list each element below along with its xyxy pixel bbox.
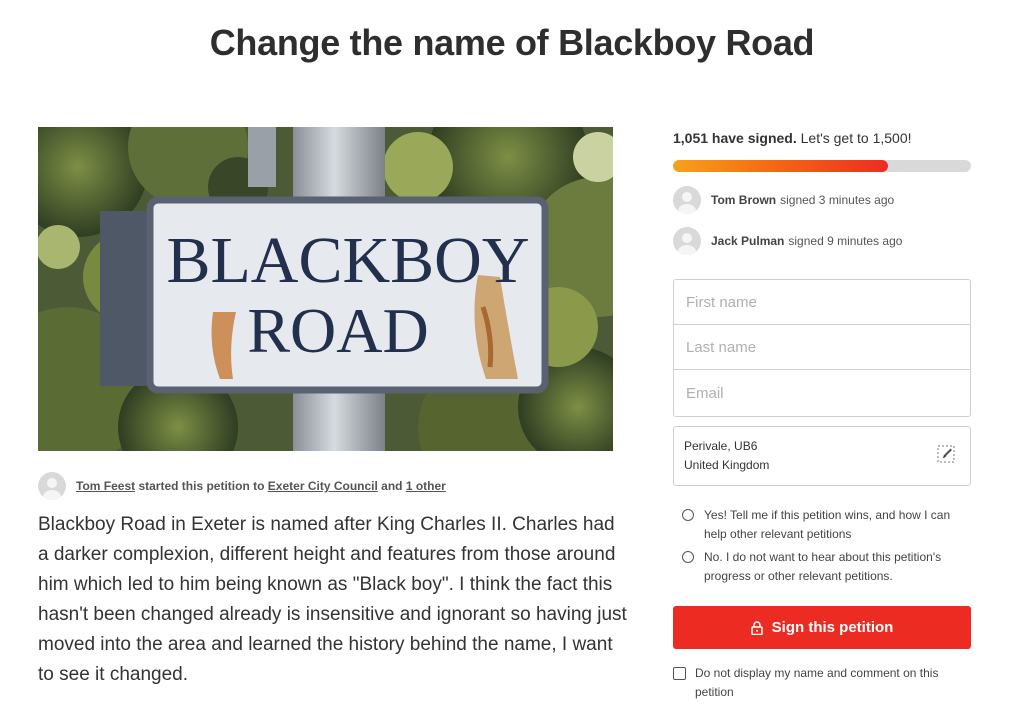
hide-name-label: Do not display my name and comment on th… <box>695 666 939 699</box>
other-targets-link[interactable]: 1 other <box>406 479 446 493</box>
edit-pencil-icon[interactable] <box>936 444 956 467</box>
started-text: started this petition to <box>135 479 268 493</box>
recent-signer: Jack Pulman signed 9 minutes ago <box>673 226 902 256</box>
location-city: Perivale, UB6 <box>684 439 758 453</box>
opt-in-yes-option[interactable]: Yes! Tell me if this petition wins, and … <box>682 506 972 544</box>
signature-form <box>673 279 971 417</box>
email-field-wrapper <box>674 370 970 416</box>
sign-text-line2: ROAD <box>247 295 428 366</box>
opt-in-no-radio[interactable] <box>682 551 694 563</box>
hide-name-checkbox[interactable] <box>673 667 686 680</box>
sign-petition-label: Sign this petition <box>771 619 894 636</box>
signer-name: Tom Brown <box>711 193 777 207</box>
lock-icon <box>750 620 763 635</box>
location-field[interactable]: Perivale, UB6 United Kingdom <box>673 426 971 486</box>
user-avatar-icon <box>673 227 701 255</box>
opt-in-yes-label: Yes! Tell me if this petition wins, and … <box>704 508 951 541</box>
last-name-field[interactable] <box>684 337 958 357</box>
location-country: United Kingdom <box>684 458 770 472</box>
signature-count: 1,051 have signed. Let's get to 1,500! <box>673 130 912 146</box>
progress-bar-fill <box>673 160 888 172</box>
email-field[interactable] <box>684 383 958 403</box>
hide-name-option[interactable]: Do not display my name and comment on th… <box>673 664 971 702</box>
user-avatar-icon <box>673 186 701 214</box>
page-title: Change the name of Blackboy Road <box>209 22 815 63</box>
opt-in-no-label: No. I do not want to hear about this pet… <box>704 550 942 583</box>
progress-bar <box>673 160 971 172</box>
petition-starter: Tom Feest started this petition to Exete… <box>38 471 446 501</box>
signature-goal: Let's get to 1,500! <box>796 130 912 146</box>
last-name-field-wrapper <box>674 325 970 370</box>
opt-in-no-option[interactable]: No. I do not want to hear about this pet… <box>682 548 972 586</box>
sign-text-line1: BLACKBOY <box>166 224 529 297</box>
recent-signer: Tom Brown signed 3 minutes ago <box>673 185 894 215</box>
signer-name: Jack Pulman <box>711 234 785 248</box>
signer-time: signed 3 minutes ago <box>780 193 895 207</box>
opt-in-yes-radio[interactable] <box>682 509 694 521</box>
petition-description: Blackboy Road in Exeter is named after K… <box>38 514 627 685</box>
first-name-field[interactable] <box>684 292 958 312</box>
sign-petition-button[interactable]: Sign this petition <box>673 606 971 649</box>
signature-count-number: 1,051 have signed. <box>673 130 797 146</box>
starter-avatar-icon <box>38 472 66 500</box>
and-text: and <box>377 479 406 493</box>
starter-name-link[interactable]: Tom Feest <box>76 479 135 493</box>
petition-photo: BLACKBOY ROAD <box>38 127 613 451</box>
decision-maker-link[interactable]: Exeter City Council <box>268 479 378 493</box>
signer-time: signed 9 minutes ago <box>788 234 903 248</box>
first-name-field-wrapper <box>674 280 970 325</box>
